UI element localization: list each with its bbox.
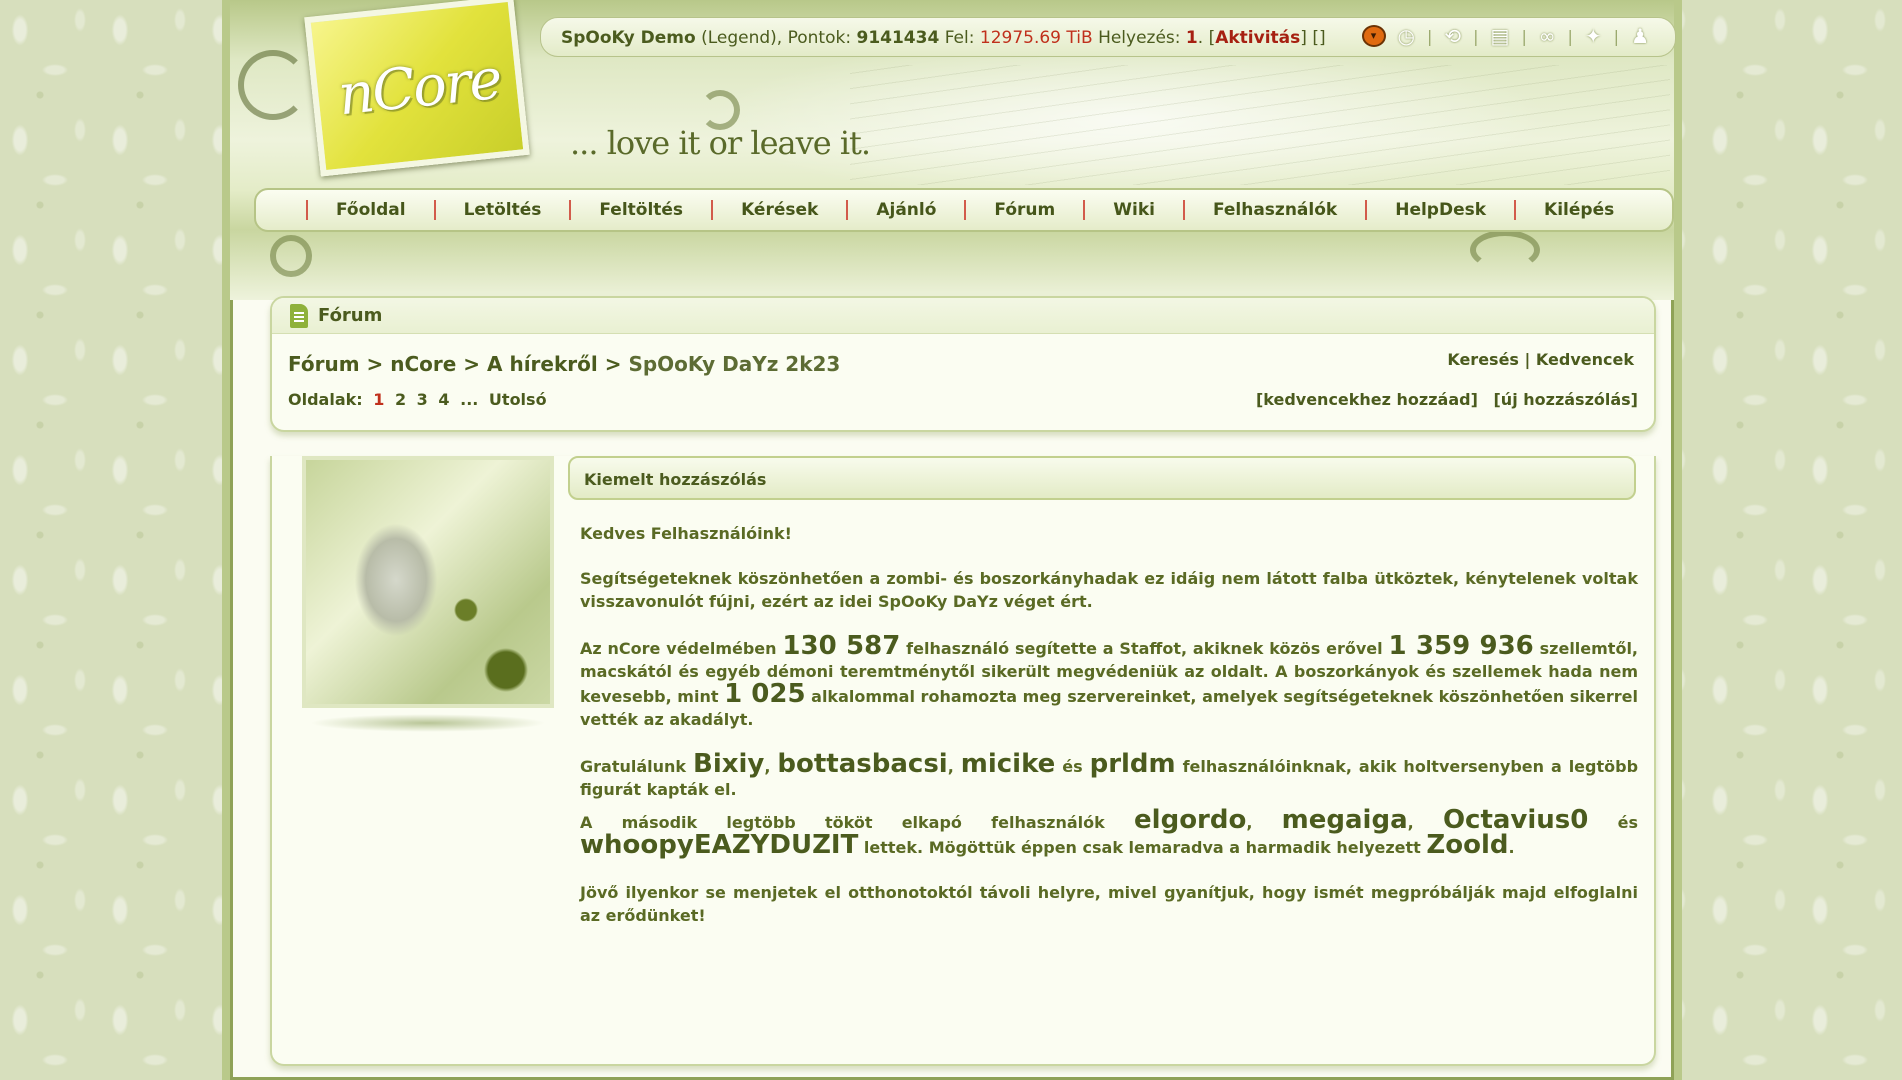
link-icon[interactable]: ∞ <box>1539 24 1556 48</box>
breadcrumb: Fórum > nCore > A hírekről > SpOoKy DaYz… <box>288 352 841 376</box>
post-title: Kiemelt hozzászólás <box>568 456 1636 500</box>
pages-label: Oldalak: <box>288 390 363 409</box>
nav-fooldal[interactable]: Főoldal <box>306 200 434 220</box>
page-last[interactable]: Utolsó <box>489 390 547 409</box>
search-link[interactable]: Keresés <box>1447 350 1519 369</box>
forum-header-box: Fórum Fórum > nCore > A hírekről > SpOoK… <box>270 296 1656 432</box>
nav-forum[interactable]: Fórum <box>964 200 1083 220</box>
main-nav: Főoldal Letöltés Feltöltés Kérések Ajánl… <box>254 188 1674 232</box>
upload-value: 12975.69 TiB <box>979 28 1093 48</box>
nav-helpdesk[interactable]: HelpDesk <box>1365 200 1514 220</box>
breadcrumb-forum[interactable]: Fórum <box>288 352 360 376</box>
post-paragraph-2: Az nCore védelmében 130 587 felhasználó … <box>580 631 1639 729</box>
post-paragraph-4: A második legtöbb tököt elkapó felhaszná… <box>580 805 1638 860</box>
header-decoration <box>850 65 1670 185</box>
user-info-bar: SpOoKy Demo (Legend), Pontok: 9141434 Fe… <box>540 17 1676 57</box>
points-value: 9141434 <box>856 28 940 48</box>
nav-feltoltes[interactable]: Feltöltés <box>569 200 711 220</box>
post-paragraph-3: Gratulálunk Bixiy, bottasbacsi, micike é… <box>580 749 1639 799</box>
document-icon[interactable]: ▤ <box>1491 24 1510 48</box>
separator: , <box>776 28 783 48</box>
page-3[interactable]: 3 <box>417 390 428 409</box>
tagline: ... love it or leave it. <box>570 124 871 162</box>
page: nCore ... love it or leave it. SpOoKy De… <box>222 0 1682 1080</box>
winner-name[interactable]: Bixiy <box>693 749 764 779</box>
breadcrumb-ncore[interactable]: nCore <box>390 352 456 376</box>
topic-actions: [kedvencekhez hozzáad] [új hozzászólás] <box>1246 390 1638 409</box>
forum-links: Keresés | Kedvencek <box>1447 350 1634 369</box>
pumpkin-icon[interactable]: ▾ <box>1361 25 1386 47</box>
page-1: 1 <box>373 390 385 409</box>
clock-icon[interactable]: ◷ <box>1398 24 1415 48</box>
page-ellipsis: ... <box>460 390 479 409</box>
forum-section-title: Fórum <box>272 298 1654 334</box>
nav-ajanlo[interactable]: Ajánló <box>846 200 964 220</box>
avatar-shadow <box>310 714 546 732</box>
post-container: Kiemelt hozzászólás Kedves Felhasználóin… <box>270 456 1656 1066</box>
position-label: Helyezés: <box>1098 28 1181 48</box>
post-body: Kedves Felhasználóink! Segítségeteknek k… <box>580 522 1638 949</box>
favorites-link[interactable]: Kedvencek <box>1536 350 1634 369</box>
swirl-decoration <box>1470 230 1540 270</box>
empty-brackets: [] <box>1312 28 1326 48</box>
forum-title-text: Fórum <box>318 305 383 326</box>
second-place-name[interactable]: whoopyEAZYDUZIT <box>580 830 858 860</box>
activity-link[interactable]: Aktivitás <box>1215 28 1300 48</box>
stat-helpers: 130 587 <box>782 631 901 661</box>
nav-keresek[interactable]: Kérések <box>711 200 846 220</box>
position-value: 1 <box>1185 28 1198 48</box>
points-label: Pontok: <box>787 28 852 48</box>
swirl-decoration <box>270 235 312 277</box>
swirl-decoration <box>238 50 308 120</box>
document-icon <box>290 303 308 328</box>
post-paragraph-1: Segítségeteknek köszönhetően a zombi- és… <box>580 569 1638 611</box>
new-post-button[interactable]: [új hozzászólás] <box>1493 390 1638 409</box>
winner-name[interactable]: prldm <box>1090 749 1176 779</box>
page-2[interactable]: 2 <box>395 390 406 409</box>
winner-name[interactable]: micike <box>961 749 1056 779</box>
avatar <box>306 460 550 704</box>
nav-felhasznalok[interactable]: Felhasználók <box>1182 200 1365 220</box>
nav-wiki[interactable]: Wiki <box>1083 200 1183 220</box>
breadcrumb-topic: SpOoKy DaYz 2k23 <box>628 352 841 376</box>
nav-kilepes[interactable]: Kilépés <box>1514 200 1642 220</box>
breadcrumb-news[interactable]: A hírekről <box>487 352 598 376</box>
username[interactable]: SpOoKy Demo <box>561 28 696 48</box>
user-icon[interactable]: ♟ <box>1631 24 1649 48</box>
second-place-name[interactable]: elgordo <box>1134 805 1246 835</box>
post-paragraph-5: Jövő ilyenkor se menjetek el otthonotokt… <box>580 883 1638 925</box>
add-favorite-button[interactable]: [kedvencekhez hozzáad] <box>1256 390 1478 409</box>
settings-icon[interactable]: ✦ <box>1585 24 1602 48</box>
page-4[interactable]: 4 <box>438 390 449 409</box>
post-greeting: Kedves Felhasználóink! <box>580 524 792 543</box>
refresh-icon[interactable]: ⟲ <box>1444 24 1461 48</box>
avatar-frame <box>302 456 554 708</box>
stat-defeated: 1 359 936 <box>1388 631 1534 661</box>
upload-label: Fel: <box>944 28 975 48</box>
user-rank: (Legend) <box>701 28 777 48</box>
second-place-name[interactable]: megaiga <box>1282 805 1408 835</box>
nav-letoltes[interactable]: Letöltés <box>433 200 570 220</box>
toolbar-icons: ▾ ◷ | ⟲ | ▤ | ∞ | ✦ | ♟ <box>1361 24 1649 48</box>
site-header: nCore ... love it or leave it. SpOoKy De… <box>230 0 1676 300</box>
pagination: Oldalak: 1 2 3 4 ... Utolsó <box>288 390 552 409</box>
winner-name[interactable]: bottasbacsi <box>777 749 947 779</box>
stat-attacks: 1 025 <box>724 679 806 709</box>
third-place-name[interactable]: Zoold <box>1426 830 1508 860</box>
